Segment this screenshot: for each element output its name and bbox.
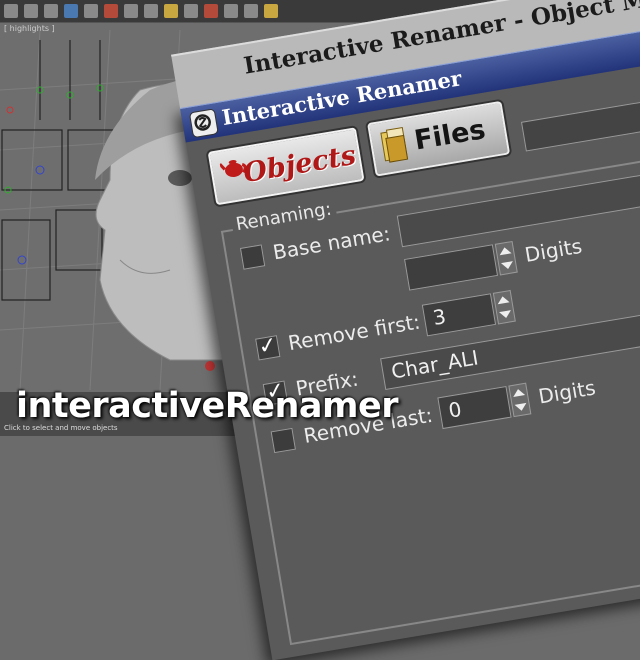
remove-first-checkbox[interactable] (255, 335, 281, 361)
curve-editor-icon[interactable] (224, 4, 238, 18)
remove-last-spinner-arrows[interactable] (508, 382, 532, 418)
digits-spinner-arrows[interactable] (494, 240, 518, 276)
render-frame-icon[interactable] (264, 4, 278, 18)
tab-objects-label: Objects (241, 139, 359, 190)
tab-files[interactable]: Files (367, 100, 511, 177)
remove-last-checkbox[interactable] (270, 427, 296, 454)
snap-tool-icon[interactable] (124, 4, 138, 18)
folder-icon (380, 127, 409, 163)
interactive-renamer-dialog: Interactive Renamer - Object Mode Intera… (171, 0, 640, 660)
base-name-checkbox[interactable] (239, 244, 266, 270)
digits-label-2: Digits (536, 375, 598, 409)
remove-first-spinner-arrows[interactable] (492, 289, 516, 325)
tab-files-label: Files (412, 114, 488, 157)
rotate-tool-icon[interactable] (44, 4, 58, 18)
caption-title: interactiveRenamer (16, 386, 398, 426)
app-logo-icon (188, 108, 219, 139)
magnet-tool-icon[interactable] (104, 4, 118, 18)
material-editor-icon[interactable] (184, 4, 198, 18)
select-tool-icon[interactable] (4, 4, 18, 18)
angle-snap-icon[interactable] (144, 4, 158, 18)
render-tool-icon[interactable] (164, 4, 178, 18)
schematic-view-icon[interactable] (244, 4, 258, 18)
move-tool-icon[interactable] (24, 4, 38, 18)
link-tool-icon[interactable] (84, 4, 98, 18)
digits-label: Digits (523, 233, 584, 267)
render-setup-icon[interactable] (204, 4, 218, 18)
rig-handles (4, 84, 104, 265)
filter-field[interactable] (520, 73, 640, 152)
scale-tool-icon[interactable] (64, 4, 78, 18)
tab-objects[interactable]: Objects (207, 127, 365, 206)
